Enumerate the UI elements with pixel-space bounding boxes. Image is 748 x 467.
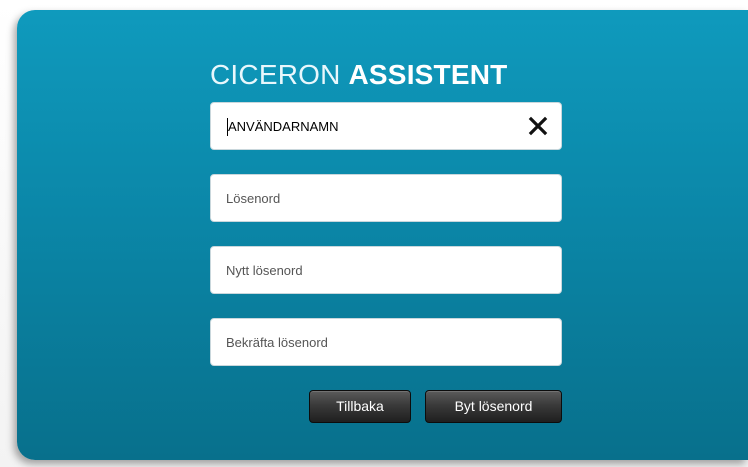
text-cursor bbox=[227, 118, 228, 136]
back-button[interactable]: Tillbaka bbox=[309, 390, 411, 423]
app-title-bold: ASSISTENT bbox=[348, 59, 508, 90]
change-password-button[interactable]: Byt lösenord bbox=[425, 390, 562, 423]
new-password-input[interactable] bbox=[211, 247, 561, 293]
close-icon[interactable] bbox=[527, 115, 549, 137]
confirm-password-field[interactable] bbox=[210, 318, 562, 366]
username-input[interactable] bbox=[211, 103, 561, 149]
page: CICERON ASSISTENT Tillbaka Byt lösenord bbox=[0, 0, 748, 467]
username-field[interactable] bbox=[210, 102, 562, 150]
confirm-password-input[interactable] bbox=[211, 319, 561, 365]
app-title-light: CICERON bbox=[210, 59, 341, 90]
new-password-field[interactable] bbox=[210, 246, 562, 294]
app-title: CICERON ASSISTENT bbox=[210, 58, 507, 92]
password-field[interactable] bbox=[210, 174, 562, 222]
password-input[interactable] bbox=[211, 175, 561, 221]
